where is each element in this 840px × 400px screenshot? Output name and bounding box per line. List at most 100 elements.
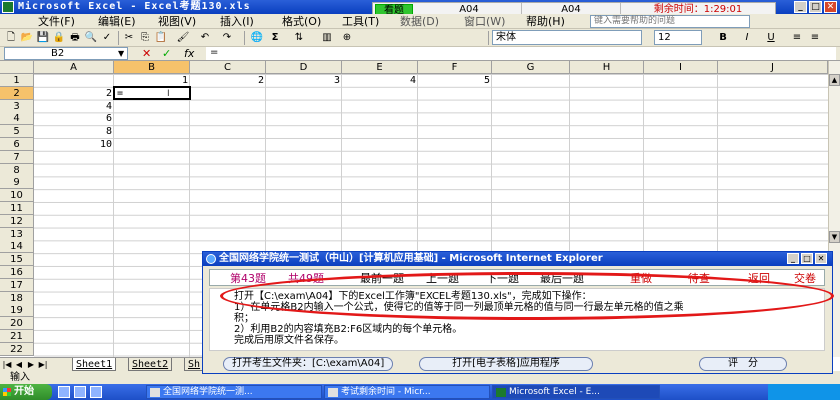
format-painter-icon[interactable]: 🖌	[176, 31, 190, 45]
exam-minimize-button[interactable]: _	[787, 253, 799, 264]
copy-icon[interactable]: ⎘	[138, 31, 152, 45]
menu-view[interactable]: 视图(V)	[158, 14, 196, 29]
italic-button[interactable]: I	[740, 31, 754, 45]
redo-icon[interactable]: ↷	[220, 31, 234, 45]
underline-button[interactable]: U	[764, 31, 778, 45]
column-header[interactable]: I	[644, 61, 718, 74]
cancel-entry-button[interactable]: ✕	[142, 47, 151, 60]
last-sheet-icon[interactable]: ▶|	[38, 359, 48, 370]
confirm-entry-button[interactable]: ✓	[162, 47, 171, 60]
quicklaunch-media-icon[interactable]	[74, 386, 86, 398]
font-name-select[interactable]: 宋体	[492, 30, 642, 45]
cell-C1[interactable]: 2	[190, 74, 266, 87]
chart-wizard-icon[interactable]: ▥	[320, 31, 334, 45]
column-header[interactable]: G	[492, 61, 570, 74]
paste-icon[interactable]: 📋	[154, 31, 168, 45]
row-header[interactable]: 1	[0, 74, 34, 87]
row-header[interactable]: 15	[0, 253, 34, 266]
next-question-link[interactable]: 下一题	[486, 270, 519, 287]
autosum-icon[interactable]: Σ	[268, 31, 282, 45]
cell-E1[interactable]: 4	[342, 74, 418, 87]
column-header[interactable]: C	[190, 61, 266, 74]
name-box[interactable]: B2	[4, 47, 128, 60]
menu-edit[interactable]: 编辑(E)	[98, 14, 136, 29]
align-center-icon[interactable]: ≡	[808, 31, 822, 45]
menu-file[interactable]: 文件(F)	[38, 14, 75, 29]
hyperlink-icon[interactable]: 🌐	[250, 31, 264, 45]
menu-data[interactable]: 数据(D)	[400, 14, 439, 29]
cut-icon[interactable]: ✂	[122, 31, 136, 45]
open-spreadsheet-app-button[interactable]: 打开[电子表格]应用程序	[419, 357, 593, 371]
column-header[interactable]: E	[342, 61, 418, 74]
row-header[interactable]: 20	[0, 317, 34, 330]
pending-link[interactable]: 待查	[688, 270, 710, 287]
next-sheet-icon[interactable]: ▶	[26, 359, 36, 370]
name-box-dropdown-icon[interactable]: ▼	[118, 47, 124, 60]
row-header[interactable]: 10	[0, 189, 34, 202]
print-icon[interactable]: 🖶	[68, 31, 82, 45]
font-size-select[interactable]: 12	[654, 30, 702, 45]
back-link[interactable]: 返回	[748, 270, 770, 287]
cell-D1[interactable]: 3	[266, 74, 342, 87]
zoom-icon[interactable]: ⊕	[340, 31, 354, 45]
insert-function-button[interactable]: fx	[184, 47, 194, 60]
exam-close-button[interactable]: ✕	[815, 253, 827, 264]
align-left-icon[interactable]: ≡	[790, 31, 804, 45]
close-button[interactable]: ✕	[824, 1, 837, 13]
quicklaunch-ie-icon[interactable]	[58, 386, 70, 398]
ask-help-input[interactable]: 键入需要帮助的问题	[590, 15, 750, 28]
column-header[interactable]: H	[570, 61, 644, 74]
menu-tools[interactable]: 工具(T)	[342, 14, 379, 29]
row-header[interactable]: 9	[0, 176, 34, 189]
new-icon[interactable]: 🗋	[4, 31, 18, 45]
row-header[interactable]: 7	[0, 151, 34, 164]
row-header[interactable]: 12	[0, 215, 34, 228]
row-header[interactable]: 17	[0, 279, 34, 292]
menu-format[interactable]: 格式(O)	[282, 14, 321, 29]
column-header[interactable]: D	[266, 61, 342, 74]
print-preview-icon[interactable]: 🔍	[84, 31, 98, 45]
scroll-down-icon[interactable]: ▼	[829, 231, 840, 243]
taskbar-item-ie-exam[interactable]: 全国网络学院统一测...	[146, 385, 322, 399]
open-exam-folder-button[interactable]: 打开考生文件夹：[C:\exam\A04]	[223, 357, 394, 371]
scroll-up-icon[interactable]: ▲	[829, 74, 840, 86]
row-header[interactable]: 2	[0, 87, 34, 100]
formula-input[interactable]: =	[206, 47, 836, 60]
quicklaunch-desktop-icon[interactable]	[90, 386, 102, 398]
row-header[interactable]: 6	[0, 138, 34, 151]
menu-insert[interactable]: 插入(I)	[220, 14, 254, 29]
prev-sheet-icon[interactable]: ◀	[14, 359, 24, 370]
cell-F1[interactable]: 5	[418, 74, 492, 87]
column-header[interactable]: J	[718, 61, 828, 74]
bold-button[interactable]: B	[716, 31, 730, 45]
row-header[interactable]: 19	[0, 304, 34, 317]
open-icon[interactable]: 📂	[20, 31, 34, 45]
first-sheet-icon[interactable]: |◀	[2, 359, 12, 370]
undo-icon[interactable]: ↶	[198, 31, 212, 45]
cell-A4[interactable]: 6	[34, 112, 114, 125]
row-header[interactable]: 14	[0, 240, 34, 253]
row-header[interactable]: 5	[0, 125, 34, 138]
redo-link[interactable]: 重做	[630, 270, 652, 287]
submit-link[interactable]: 交卷	[794, 270, 816, 287]
score-button[interactable]: 评 分	[699, 357, 787, 371]
prev-question-link[interactable]: 上一题	[426, 270, 459, 287]
taskbar-item-excel[interactable]: Microsoft Excel - E...	[492, 385, 660, 399]
row-header[interactable]: 22	[0, 343, 34, 356]
taskbar-item-timer[interactable]: 考试剩余时间 - Micr...	[324, 385, 490, 399]
column-header[interactable]: A	[34, 61, 114, 74]
save-icon[interactable]: 💾	[36, 31, 50, 45]
spelling-icon[interactable]: ✓	[100, 31, 114, 45]
sheet-tab-sheet2[interactable]: Sheet2	[128, 358, 173, 371]
cell-A5[interactable]: 8	[34, 125, 114, 138]
cell-A6[interactable]: 10	[34, 138, 114, 151]
column-header[interactable]: F	[418, 61, 492, 74]
row-header[interactable]: 21	[0, 330, 34, 343]
row-header[interactable]: 11	[0, 202, 34, 215]
last-question-link[interactable]: 最后一题	[540, 270, 584, 287]
menu-help[interactable]: 帮助(H)	[526, 14, 565, 29]
exam-maximize-button[interactable]: □	[801, 253, 813, 264]
menu-window[interactable]: 窗口(W)	[464, 14, 505, 29]
sheet-tab-sheet1[interactable]: Sheet1	[72, 358, 117, 371]
start-button[interactable]: 开始	[0, 384, 52, 400]
